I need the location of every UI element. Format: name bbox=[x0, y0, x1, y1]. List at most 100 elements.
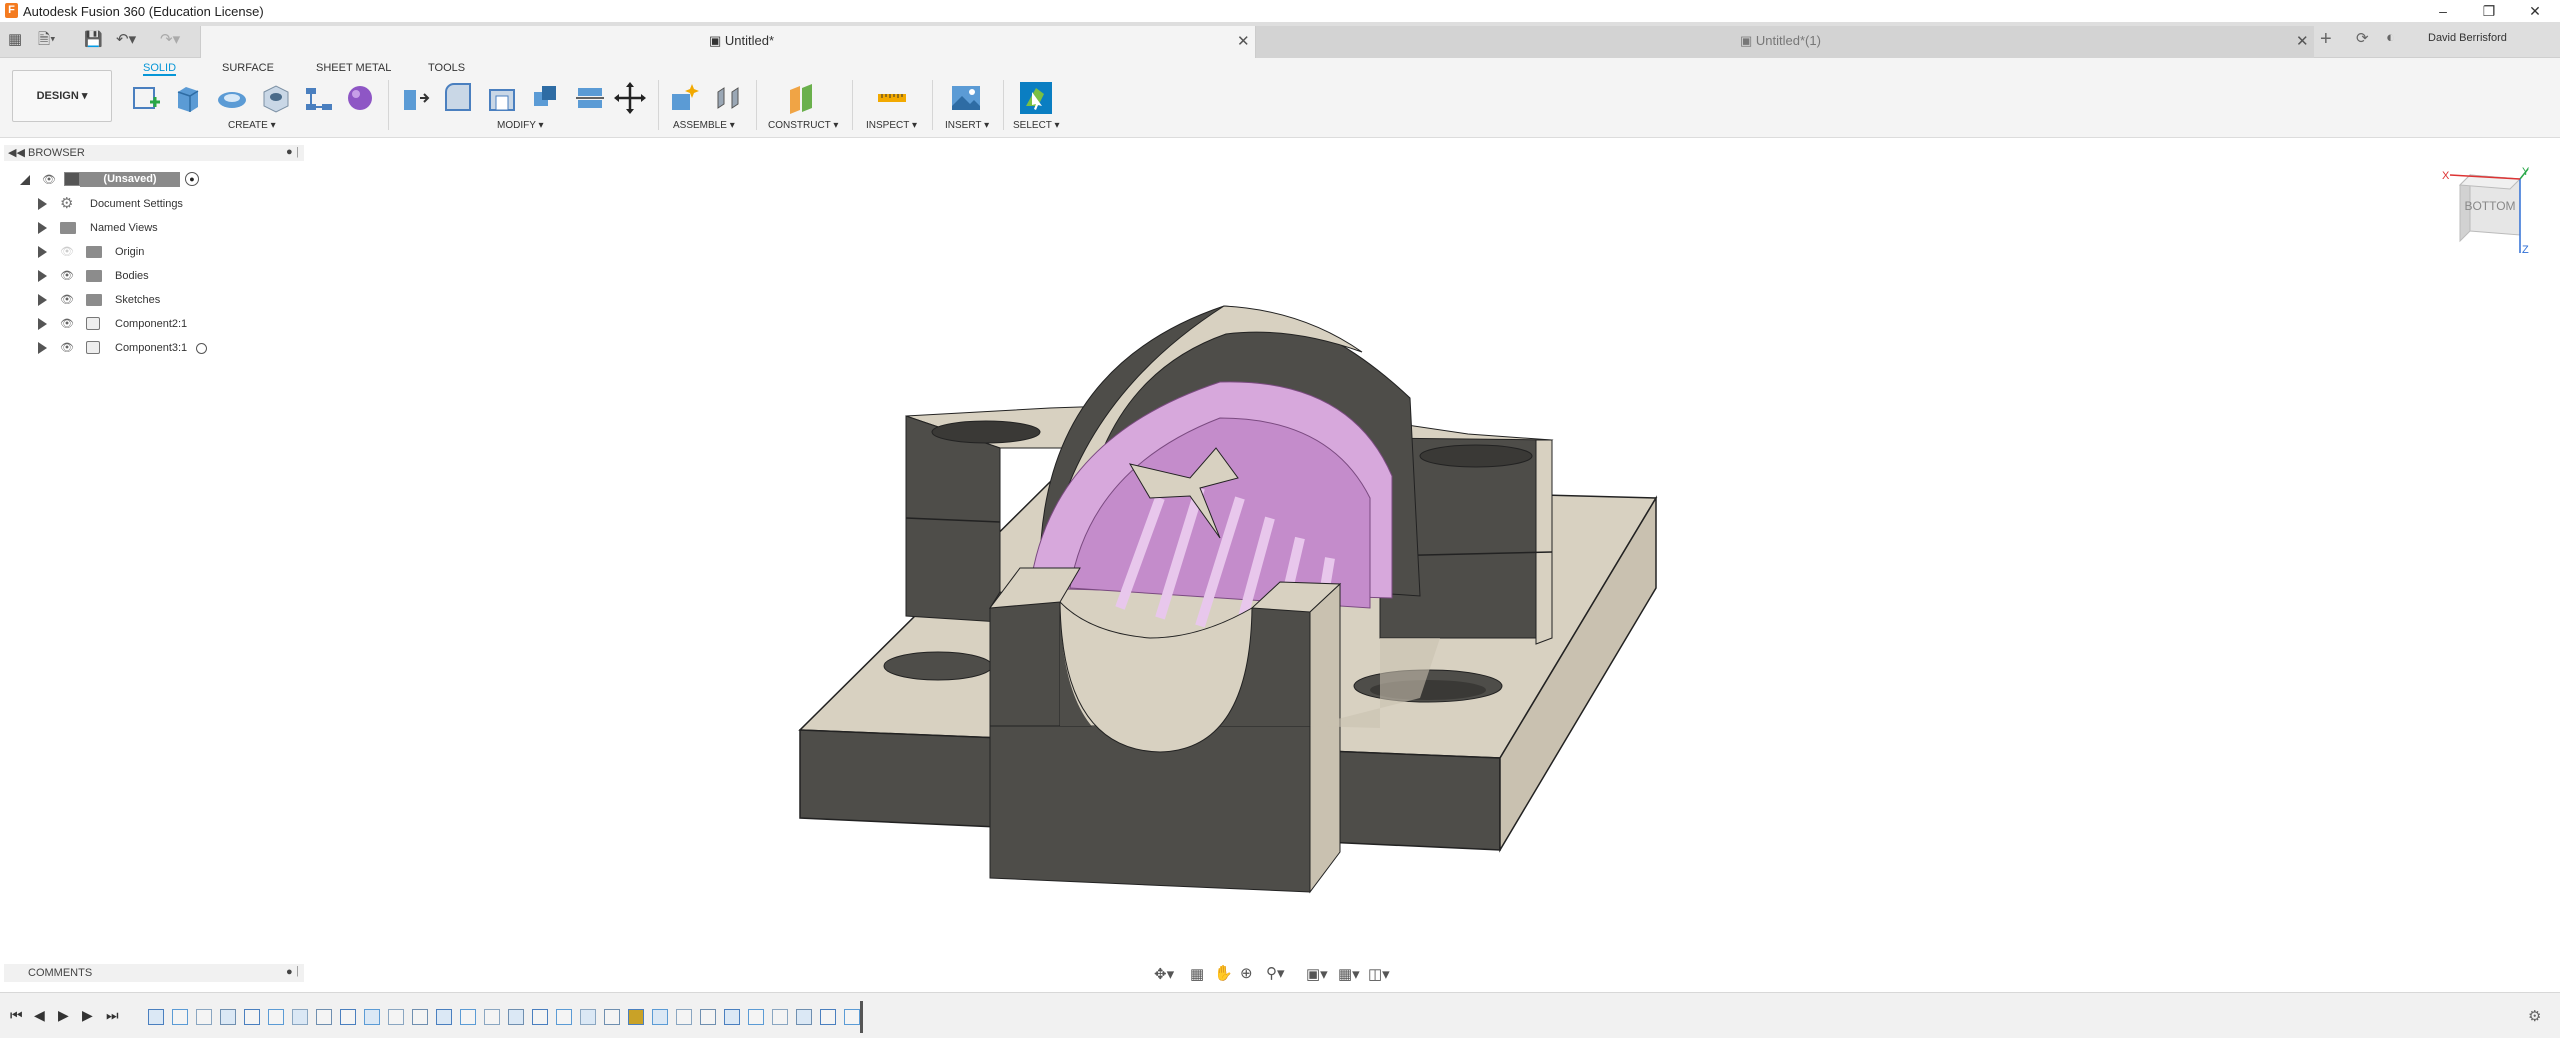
press-pull-icon[interactable] bbox=[396, 80, 432, 116]
joint-icon[interactable] bbox=[710, 80, 746, 116]
go-to-start-icon[interactable]: ⏮ bbox=[10, 1007, 23, 1024]
pattern-icon[interactable] bbox=[300, 80, 336, 116]
undo-icon[interactable]: ↶▾ bbox=[116, 31, 136, 49]
tab-untitled[interactable]: ▣ Untitled* ✕ bbox=[200, 26, 1256, 58]
visibility-icon[interactable]: 👁 bbox=[60, 295, 74, 306]
timeline-feature-icon[interactable] bbox=[316, 1009, 332, 1025]
browser-item-sketches[interactable]: 👁 Sketches bbox=[20, 290, 220, 310]
design-canvas[interactable] bbox=[0, 138, 2560, 990]
close-tab-icon[interactable]: ✕ bbox=[2296, 32, 2309, 50]
shell-icon[interactable] bbox=[484, 80, 520, 116]
close-tab-icon[interactable]: ✕ bbox=[1237, 32, 1250, 50]
visibility-icon[interactable]: 👁 bbox=[60, 271, 74, 282]
split-body-icon[interactable] bbox=[572, 80, 608, 116]
browser-item-component3[interactable]: 👁 Component3:1 bbox=[20, 338, 220, 358]
timeline-settings-icon[interactable]: ⚙ bbox=[2528, 1007, 2541, 1025]
timeline-feature-icon[interactable] bbox=[748, 1009, 764, 1025]
activate-radio-icon[interactable] bbox=[196, 343, 207, 354]
viewcube[interactable]: BOTTOM X Y Z bbox=[2440, 165, 2530, 255]
select-icon[interactable] bbox=[1018, 80, 1054, 116]
create-form-icon[interactable] bbox=[342, 80, 378, 116]
add-comment-icon[interactable]: ● bbox=[286, 966, 293, 978]
timeline-feature-icon[interactable] bbox=[388, 1009, 404, 1025]
timeline-feature-icon[interactable] bbox=[844, 1009, 860, 1025]
group-create[interactable]: CREATE ▾ bbox=[228, 120, 276, 131]
visibility-off-icon[interactable]: 👁 bbox=[60, 247, 74, 258]
timeline-feature-icon[interactable] bbox=[604, 1009, 620, 1025]
measure-icon[interactable] bbox=[874, 80, 910, 116]
expand-panel-icon[interactable]: | bbox=[296, 965, 299, 977]
workspace-switcher[interactable]: DESIGN ▾ bbox=[12, 70, 112, 122]
tab-tools[interactable]: TOOLS bbox=[428, 62, 465, 76]
restore-button[interactable]: ❐ bbox=[2466, 0, 2512, 22]
user-name[interactable]: David Berrisford bbox=[2428, 32, 2507, 44]
timeline-feature-icon[interactable] bbox=[508, 1009, 524, 1025]
timeline-feature-icon[interactable] bbox=[484, 1009, 500, 1025]
expand-icon[interactable] bbox=[38, 198, 47, 210]
timeline-feature-icon[interactable] bbox=[700, 1009, 716, 1025]
browser-root[interactable]: 👁 (Unsaved) ● bbox=[20, 170, 210, 190]
visibility-icon[interactable]: 👁 bbox=[60, 343, 74, 354]
app-grid-icon[interactable]: ▦ bbox=[8, 31, 22, 49]
new-tab-icon[interactable]: + bbox=[2320, 28, 2332, 51]
offset-plane-icon[interactable] bbox=[784, 80, 820, 116]
timeline-feature-icon[interactable] bbox=[172, 1009, 188, 1025]
pin-panel-icon[interactable]: ● bbox=[286, 146, 293, 158]
timeline-feature-icon[interactable] bbox=[820, 1009, 836, 1025]
close-window-button[interactable]: ✕ bbox=[2512, 0, 2558, 22]
timeline-feature-icon[interactable] bbox=[532, 1009, 548, 1025]
expand-icon[interactable] bbox=[38, 294, 47, 306]
display-settings-icon[interactable]: ▣▾ bbox=[1306, 965, 1328, 983]
notification-icon[interactable]: ◐ bbox=[2386, 29, 2395, 46]
group-inspect[interactable]: INSPECT ▾ bbox=[866, 120, 917, 131]
grid-settings-icon[interactable]: ▦▾ bbox=[1338, 965, 1360, 983]
minimize-button[interactable]: – bbox=[2420, 0, 2466, 22]
expand-icon[interactable] bbox=[38, 342, 47, 354]
tab-surface[interactable]: SURFACE bbox=[222, 62, 274, 76]
timeline-feature-icon[interactable] bbox=[196, 1009, 212, 1025]
tab-untitled-1[interactable]: ▣ Untitled*(1) ✕ bbox=[1256, 26, 2314, 58]
expand-icon[interactable] bbox=[38, 270, 47, 282]
model-pillow-block[interactable] bbox=[798, 305, 1658, 894]
timeline-feature-icon[interactable] bbox=[412, 1009, 428, 1025]
root-label[interactable]: (Unsaved) bbox=[80, 172, 180, 187]
timeline-feature-icon[interactable] bbox=[220, 1009, 236, 1025]
timeline-feature-icon[interactable] bbox=[652, 1009, 668, 1025]
timeline-feature-icon[interactable] bbox=[340, 1009, 356, 1025]
browser-item-document-settings[interactable]: ⚙ Document Settings bbox=[20, 194, 220, 214]
file-menu-icon[interactable]: 🗎▾ bbox=[38, 31, 56, 49]
group-assemble[interactable]: ASSEMBLE ▾ bbox=[673, 120, 735, 131]
timeline-feature-icon[interactable] bbox=[292, 1009, 308, 1025]
timeline-feature-icon[interactable] bbox=[628, 1009, 644, 1025]
group-insert[interactable]: INSERT ▾ bbox=[945, 120, 989, 131]
browser-item-origin[interactable]: 👁 Origin bbox=[20, 242, 220, 262]
timeline-feature-icon[interactable] bbox=[268, 1009, 284, 1025]
create-sketch-icon[interactable] bbox=[128, 80, 164, 116]
job-status-icon[interactable]: ⟳ bbox=[2356, 29, 2369, 47]
step-forward-icon[interactable]: ▶ bbox=[82, 1007, 93, 1024]
new-component-icon[interactable] bbox=[666, 80, 702, 116]
browser-item-component2[interactable]: 👁 Component2:1 bbox=[20, 314, 220, 334]
expand-root-icon[interactable] bbox=[20, 175, 30, 185]
timeline-feature-icon[interactable] bbox=[364, 1009, 380, 1025]
browser-item-bodies[interactable]: 👁 Bodies bbox=[20, 266, 220, 286]
combine-icon[interactable] bbox=[528, 80, 564, 116]
group-construct[interactable]: CONSTRUCT ▾ bbox=[768, 120, 838, 131]
viewports-icon[interactable]: ◫▾ bbox=[1368, 965, 1390, 983]
redo-icon[interactable]: ↷▾ bbox=[160, 31, 180, 49]
move-copy-icon[interactable] bbox=[612, 80, 648, 116]
expand-icon[interactable] bbox=[38, 318, 47, 330]
timeline-feature-icon[interactable] bbox=[676, 1009, 692, 1025]
expand-icon[interactable] bbox=[38, 246, 47, 258]
comments-panel[interactable]: COMMENTS ● | bbox=[4, 964, 304, 982]
tab-sheet-metal[interactable]: SHEET METAL bbox=[316, 62, 391, 76]
timeline-feature-icon[interactable] bbox=[460, 1009, 476, 1025]
activate-radio-icon[interactable]: ● bbox=[185, 172, 199, 186]
timeline-feature-icon[interactable] bbox=[772, 1009, 788, 1025]
fillet-icon[interactable] bbox=[440, 80, 476, 116]
group-select[interactable]: SELECT ▾ bbox=[1013, 120, 1060, 131]
expand-icon[interactable] bbox=[38, 222, 47, 234]
expand-panel-icon[interactable]: | bbox=[296, 146, 299, 158]
group-modify[interactable]: MODIFY ▾ bbox=[497, 120, 544, 131]
browser-item-named-views[interactable]: Named Views bbox=[20, 218, 220, 238]
